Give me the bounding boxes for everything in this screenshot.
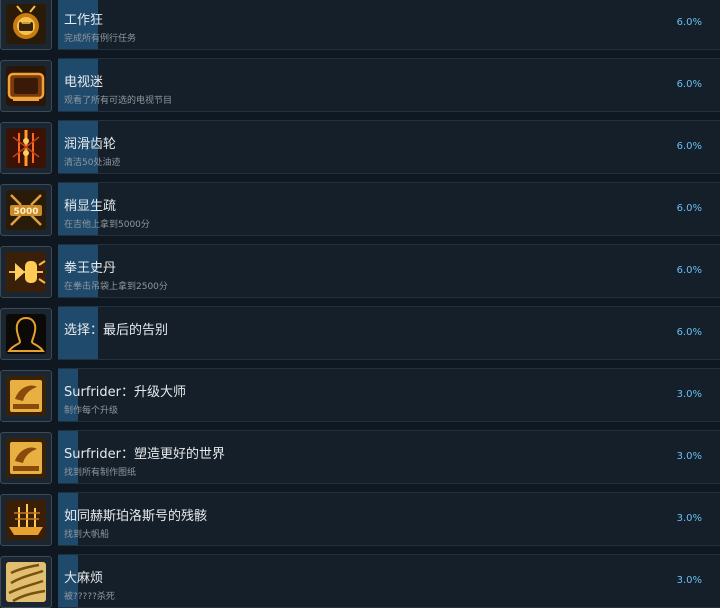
claw-marks-icon bbox=[5, 561, 47, 603]
svg-text:5000: 5000 bbox=[13, 207, 38, 217]
achievement-description: 找到所有制作图纸 bbox=[64, 468, 137, 478]
achievement-row[interactable]: Surfrider：塑造更好的世界找到所有制作图纸 3.0% bbox=[0, 430, 720, 484]
achievement-icon-frame bbox=[0, 122, 52, 174]
achievement-description: 制作每个升级 bbox=[64, 406, 119, 416]
achievement-row[interactable]: 电视迷观看了所有可选的电视节目 6.0% bbox=[0, 58, 720, 112]
achievement-description: 找到大帆船 bbox=[64, 530, 110, 540]
achievement-icon-frame bbox=[0, 432, 52, 484]
unlock-percentage: 6.0% bbox=[676, 17, 702, 28]
achievement-row[interactable]: 5000 稍显生疏在吉他上拿到5000分 6.0% bbox=[0, 182, 720, 236]
ship-icon bbox=[5, 499, 47, 541]
achievement-description: 观看了所有可选的电视节目 bbox=[64, 96, 173, 106]
progress-bar bbox=[58, 0, 720, 50]
achievement-description: 被?????杀死 bbox=[64, 592, 115, 602]
achievement-icon-frame bbox=[0, 370, 52, 422]
surfrider-icon bbox=[5, 375, 47, 417]
achievement-icon-frame bbox=[0, 494, 52, 546]
achievement-title: 如同赫斯珀洛斯号的残骸 bbox=[64, 509, 208, 524]
achievement-title: Surfrider：塑造更好的世界 bbox=[64, 447, 225, 462]
guitar-5000-icon: 5000 bbox=[5, 189, 47, 231]
unlock-percentage: 6.0% bbox=[676, 327, 702, 338]
unlock-percentage: 6.0% bbox=[676, 203, 702, 214]
achievement-row[interactable]: 选择：最后的告别 6.0% bbox=[0, 306, 720, 360]
achievement-row[interactable]: 润滑齿轮清洁50处油迹 6.0% bbox=[0, 120, 720, 174]
achievement-description: 在拳击吊袋上拿到2500分 bbox=[64, 282, 168, 292]
achievement-row[interactable]: 拳王史丹在拳击吊袋上拿到2500分 6.0% bbox=[0, 244, 720, 298]
surfrider-icon bbox=[5, 437, 47, 479]
achievement-icon-frame: 5000 bbox=[0, 184, 52, 236]
achievement-icon-frame bbox=[0, 556, 52, 608]
achievement-title: 大麻烦 bbox=[64, 571, 104, 586]
tv-icon bbox=[5, 65, 47, 107]
unlock-percentage: 3.0% bbox=[676, 513, 702, 524]
achievement-description: 清洁50处油迹 bbox=[64, 158, 121, 168]
achievement-title: 拳王史丹 bbox=[64, 261, 117, 276]
unlock-percentage: 6.0% bbox=[676, 141, 702, 152]
briefcase-icon bbox=[5, 3, 47, 45]
oil-drops-icon bbox=[5, 127, 47, 169]
punching-bag-icon bbox=[5, 251, 47, 293]
achievement-description: 完成所有例行任务 bbox=[64, 34, 137, 44]
unlock-percentage: 3.0% bbox=[676, 451, 702, 462]
achievement-title: Surfrider：升级大师 bbox=[64, 385, 186, 400]
achievement-row[interactable]: 大麻烦被?????杀死 3.0% bbox=[0, 554, 720, 608]
achievement-icon-frame bbox=[0, 0, 52, 50]
achievement-icon-frame bbox=[0, 308, 52, 360]
unlock-percentage: 6.0% bbox=[676, 265, 702, 276]
progress-bar bbox=[58, 554, 720, 608]
achievement-icon-frame bbox=[0, 60, 52, 112]
progress-bar bbox=[58, 182, 720, 236]
achievement-title: 稍显生疏 bbox=[64, 199, 117, 214]
unlock-percentage: 3.0% bbox=[676, 389, 702, 400]
achievement-row[interactable]: 如同赫斯珀洛斯号的残骸找到大帆船 3.0% bbox=[0, 492, 720, 546]
silhouette-icon bbox=[5, 313, 47, 355]
achievement-title: 选择：最后的告别 bbox=[64, 323, 169, 338]
unlock-percentage: 3.0% bbox=[676, 575, 702, 586]
achievement-row[interactable]: 工作狂完成所有例行任务 6.0% bbox=[0, 0, 720, 50]
achievement-description: 在吉他上拿到5000分 bbox=[64, 220, 150, 230]
achievement-row[interactable]: Surfrider：升级大师制作每个升级 3.0% bbox=[0, 368, 720, 422]
unlock-percentage: 6.0% bbox=[676, 79, 702, 90]
achievement-title: 电视迷 bbox=[64, 75, 104, 90]
progress-bar bbox=[58, 120, 720, 174]
achievement-title: 工作狂 bbox=[64, 13, 104, 28]
achievement-title: 润滑齿轮 bbox=[64, 137, 117, 152]
achievement-icon-frame bbox=[0, 246, 52, 298]
achievement-list: 工作狂 完成所有例行任务 6.0% 电视迷 观看了所有可选的电视节目 6.0% 润滑齿轮 清洁… bbox=[0, 0, 720, 608]
